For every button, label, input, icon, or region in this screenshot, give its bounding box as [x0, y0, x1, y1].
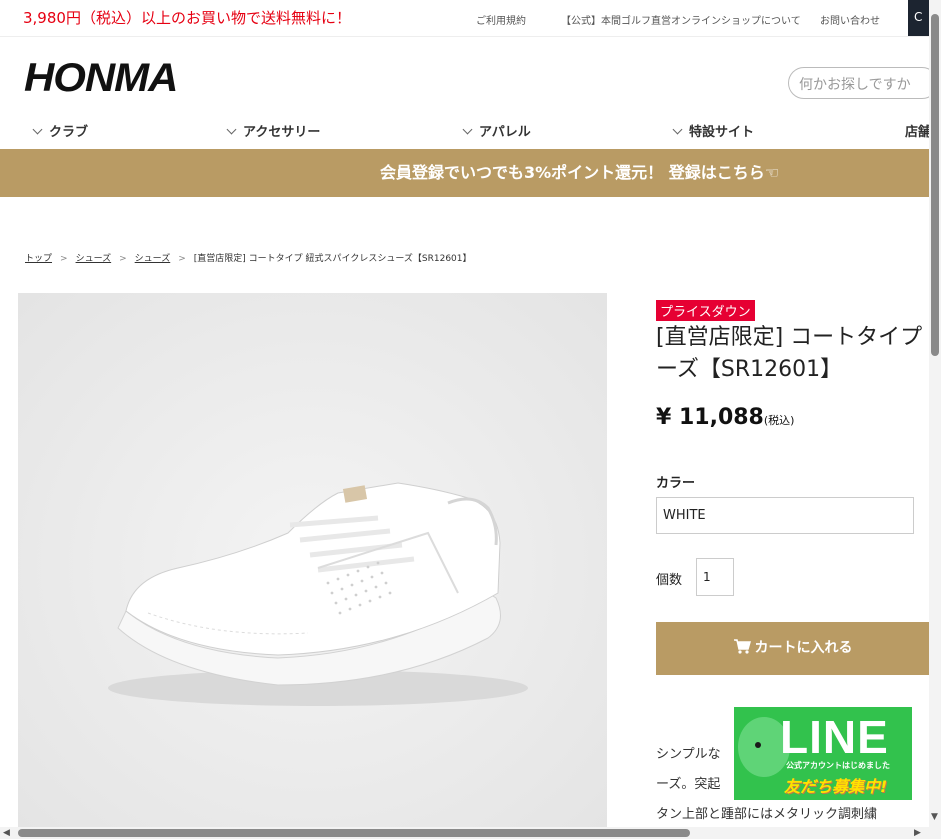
description-line: タン上部と踵部にはメタリック調刺繍 — [656, 807, 878, 822]
breadcrumb: トップ > シューズ > シューズ > [直営店限定] コートタイプ 紐式スパイクレスシュー… — [25, 251, 472, 264]
cart-tab[interactable]: C — [908, 0, 929, 36]
shoe-image — [18, 293, 607, 839]
product-title-line2: ーズ【SR12601】 — [656, 357, 843, 382]
free-shipping-promo: 3,980円（税込）以上のお買い物で送料無料に！ — [23, 9, 351, 27]
nav-item-stores[interactable]: 店舗 — [905, 121, 931, 140]
price-value: ¥ 11,088 — [656, 405, 764, 430]
scroll-right-icon[interactable]: ▶ — [914, 828, 921, 838]
chevron-down-icon — [672, 124, 683, 135]
add-to-cart-button[interactable]: カートに入れる — [656, 622, 929, 675]
color-select[interactable]: WHITE — [656, 497, 914, 534]
chevron-down-icon — [32, 124, 43, 135]
breadcrumb-separator: > — [178, 254, 186, 264]
product-image[interactable] — [18, 293, 607, 839]
search-input[interactable]: 何かお探しですか — [788, 67, 938, 99]
about-shop-link[interactable]: 【公式】本間ゴルフ直営オンラインショップについて — [561, 12, 801, 27]
color-label: カラー — [656, 476, 696, 491]
contact-link[interactable]: お問い合わせ — [820, 12, 880, 27]
line-cta-text: 友だち募集中! — [784, 777, 888, 796]
nav-item-special[interactable]: 特設サイト — [672, 121, 754, 140]
tax-note: (税込) — [763, 414, 795, 427]
nav-item-club[interactable]: クラブ — [32, 121, 88, 140]
chevron-down-icon — [462, 124, 473, 135]
line-logo-text: LINE — [780, 711, 889, 763]
add-to-cart-label: カートに入れる — [754, 640, 853, 656]
line-sub-text: 公式アカウントはじめました — [786, 761, 890, 770]
scroll-down-icon[interactable]: ▼ — [931, 812, 938, 822]
nav-item-accessory[interactable]: アクセサリー — [226, 121, 320, 140]
product-title: [直営店限定] コートタイプ ーズ【SR12601】 — [656, 322, 936, 386]
honma-logo[interactable]: HONMA — [24, 56, 178, 101]
quantity-input[interactable]: 1 — [696, 558, 734, 596]
quantity-label: 個数 — [656, 573, 683, 588]
nav-item-apparel[interactable]: アパレル — [462, 121, 531, 140]
terms-link[interactable]: ご利用規約 — [476, 12, 526, 27]
breadcrumb-separator: > — [60, 254, 68, 264]
cart-icon — [733, 639, 751, 654]
breadcrumb-top[interactable]: トップ — [25, 254, 52, 264]
price-down-badge: プライスダウン — [656, 300, 755, 321]
vertical-scroll-thumb[interactable] — [931, 14, 939, 356]
member-banner-text[interactable]: 会員登録でいつでも3%ポイント還元！ 登録はこちら☜ — [0, 149, 929, 197]
product-title-line1: [直営店限定] コートタイプ — [656, 325, 923, 350]
breadcrumb-shoes-sub[interactable]: シューズ — [135, 254, 171, 264]
breadcrumb-current: [直営店限定] コートタイプ 紐式スパイクレスシューズ【SR12601】 — [193, 254, 472, 264]
breadcrumb-shoes[interactable]: シューズ — [76, 254, 112, 264]
horizontal-scroll-thumb[interactable] — [18, 829, 690, 837]
product-price: ¥ 11,088(税込) — [656, 405, 794, 430]
breadcrumb-separator: > — [119, 254, 127, 264]
chevron-down-icon — [226, 124, 237, 135]
scroll-left-icon[interactable]: ◀ — [3, 828, 10, 838]
